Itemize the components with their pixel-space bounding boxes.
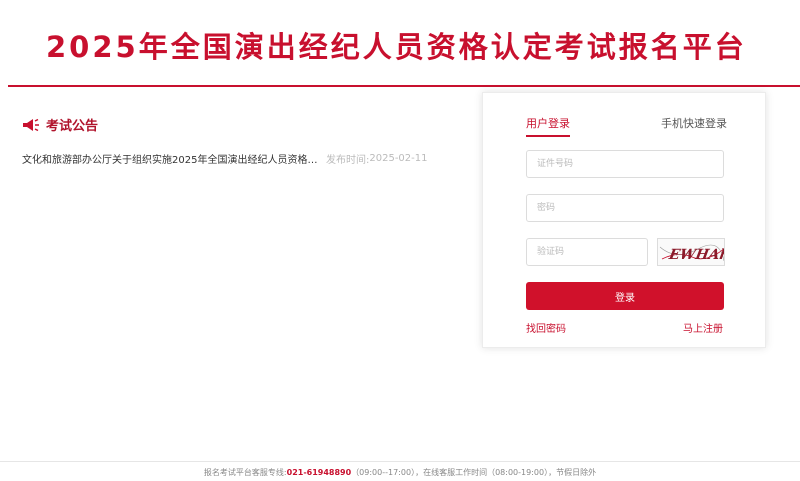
- megaphone-icon: [22, 117, 40, 132]
- login-tabs: 用户登录 手机快速登录: [526, 115, 727, 137]
- captcha-image[interactable]: EWHAh: [657, 238, 725, 266]
- notice-link[interactable]: 文化和旅游部办公厅关于组织实施2025年全国演出经纪人员资格认定考试工作的通知: [22, 151, 320, 166]
- register-link[interactable]: 马上注册: [683, 320, 723, 335]
- footer-phone: 021-61948890: [286, 468, 352, 477]
- forgot-password-link[interactable]: 找回密码: [526, 320, 566, 335]
- login-panel: 用户登录 手机快速登录 EWHAh 登录 找回密码 马上注册: [482, 92, 766, 348]
- page-title: 2025年全国演出经纪人员资格认定考试报名平台: [46, 30, 747, 64]
- footer-hours: （09:00--17:00），在线客服工作时间（08:00-19:00），节假日…: [351, 468, 597, 477]
- footer: 报名考试平台客服专线:021-61948890（09:00--17:00），在线…: [0, 467, 800, 478]
- notice-list: 文化和旅游部办公厅关于组织实施2025年全国演出经纪人员资格认定考试工作的通知 …: [22, 148, 462, 168]
- notice-header: 考试公告: [22, 112, 462, 136]
- footer-hotline-label: 报名考试平台客服专线:: [203, 468, 287, 477]
- footer-divider: [0, 461, 800, 462]
- publish-time-label: 发布时间:: [326, 154, 370, 166]
- id-number-input[interactable]: [526, 150, 724, 178]
- captcha-text: EWHAh: [667, 247, 725, 263]
- header-banner: 2025年全国演出经纪人员资格认定考试报名平台: [0, 0, 800, 86]
- tab-user-login[interactable]: 用户登录: [526, 115, 570, 137]
- password-input[interactable]: [526, 194, 724, 222]
- notice-title: 考试公告: [46, 118, 99, 134]
- captcha-input[interactable]: [526, 238, 648, 266]
- login-button[interactable]: 登录: [526, 282, 724, 310]
- tab-phone-login[interactable]: 手机快速登录: [661, 115, 727, 135]
- header-divider: [8, 85, 800, 87]
- publish-time: 2025-02-11: [369, 152, 428, 164]
- notice-section: 考试公告 文化和旅游部办公厅关于组织实施2025年全国演出经纪人员资格认定考试工…: [22, 112, 462, 168]
- list-item: 文化和旅游部办公厅关于组织实施2025年全国演出经纪人员资格认定考试工作的通知 …: [22, 148, 462, 168]
